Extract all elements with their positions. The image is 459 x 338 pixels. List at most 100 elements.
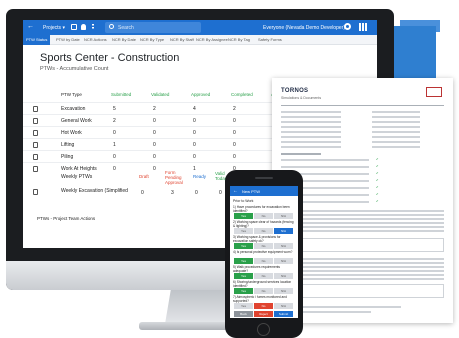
- column-header[interactable]: Completed: [231, 92, 253, 97]
- user-icon[interactable]: [81, 24, 86, 30]
- count-cell: 0: [113, 130, 116, 136]
- count-cell: 0: [153, 142, 156, 148]
- phone-actions: Back Reject Submit: [230, 310, 298, 318]
- check-mark-icon: ✔: [376, 199, 379, 203]
- answer-no-button[interactable]: No: [254, 288, 273, 294]
- column-header[interactable]: Approved: [191, 92, 210, 97]
- count-cell: 0: [153, 130, 156, 136]
- answer-no-button[interactable]: No: [254, 258, 273, 264]
- home-button[interactable]: [257, 323, 270, 336]
- tab-ncr-actions[interactable]: NCR Actions: [81, 35, 110, 45]
- document-icon[interactable]: [71, 24, 77, 30]
- answer-options: Yes No N/A: [234, 258, 294, 264]
- answer-yes-button[interactable]: Yes: [234, 273, 253, 279]
- projects-dropdown[interactable]: Projects ▾: [43, 25, 65, 31]
- phone-section-title: Prior to Work: [233, 199, 254, 203]
- form-icon: [33, 118, 38, 124]
- answer-no-button[interactable]: No: [254, 213, 273, 219]
- document-divider: [281, 105, 444, 106]
- checklist-question: 5) Walk procedures requirements adequate…: [233, 265, 281, 273]
- more-vertical-icon[interactable]: [92, 24, 94, 30]
- search-placeholder: Search: [118, 25, 134, 31]
- back-arrow-icon[interactable]: ←: [233, 188, 238, 194]
- document-field-label: [281, 136, 341, 138]
- column-header[interactable]: Submitted: [111, 92, 131, 97]
- phone-topbar: ← New PTW: [230, 186, 298, 196]
- document-field-label: [281, 121, 341, 123]
- document-paragraph-line: [281, 222, 444, 224]
- tab-ncr-by-type[interactable]: NCR By Type: [137, 35, 167, 45]
- column-header[interactable]: Validated: [151, 92, 169, 97]
- tab-safety-forms[interactable]: Safety Forms: [255, 35, 285, 45]
- count-cell: 1: [193, 166, 196, 172]
- count-cell: 0: [193, 130, 196, 136]
- phone-title: New PTW: [242, 189, 260, 194]
- answer-options: Yes No N/A: [234, 243, 294, 249]
- answer-yes-button[interactable]: Yes: [234, 213, 253, 219]
- tab-ptw-status[interactable]: PTW Status: [23, 35, 51, 45]
- submit-button[interactable]: Submit: [274, 311, 293, 317]
- answer-options: Yes No N/A: [234, 228, 294, 234]
- checklist-question: 4) Is personal protective equipment worn…: [233, 250, 293, 254]
- app-topbar: ← Projects ▾ Search Everyone (Nevada Dem…: [23, 20, 377, 35]
- answer-na-button[interactable]: N/A: [274, 273, 293, 279]
- weekly-pending-value: 3: [171, 190, 174, 196]
- answer-yes-button[interactable]: Yes: [234, 303, 253, 309]
- count-cell: 5: [113, 106, 116, 112]
- phone-screen: ← New PTW Prior to Work 1) Have procedur…: [230, 186, 298, 318]
- checklist-question: 1) Have procedures for excavation been i…: [233, 205, 290, 213]
- weekly-col-pending: Form Pending Approval: [165, 170, 183, 185]
- answer-no-button[interactable]: No: [254, 228, 273, 234]
- answer-yes-button[interactable]: Yes: [234, 288, 253, 294]
- answer-na-button[interactable]: N/A: [274, 213, 293, 219]
- weekly-ready-value: 0: [195, 190, 198, 196]
- back-arrow-icon[interactable]: ←: [27, 23, 34, 31]
- tab-ncr-by-date[interactable]: NCR By Date: [109, 35, 139, 45]
- checklist-question: 7) Atmospheric / fumes monitored and sup…: [233, 295, 287, 303]
- search-icon: [109, 24, 114, 29]
- document-brand-subtitle: Simulations & Documents: [281, 96, 322, 100]
- count-cell: 0: [233, 142, 236, 148]
- count-cell: 0: [153, 166, 156, 172]
- document-field-label: [281, 126, 341, 128]
- document-paragraph-line: [281, 270, 444, 272]
- document-field-label: [281, 131, 341, 133]
- answer-na-button[interactable]: N/A: [274, 288, 293, 294]
- answer-options: Yes No N/A: [234, 213, 294, 219]
- answer-yes-button[interactable]: Yes: [234, 228, 253, 234]
- column-header[interactable]: PTW Type: [61, 92, 82, 97]
- answer-yes-button[interactable]: Yes: [234, 243, 253, 249]
- tab-ptw-by-date[interactable]: PTW by Date: [53, 35, 83, 45]
- answer-yes-button[interactable]: Yes: [234, 258, 253, 264]
- document-paragraph-line: [281, 226, 444, 228]
- check-mark-icon: ✔: [376, 164, 379, 168]
- answer-na-button[interactable]: N/A: [274, 258, 293, 264]
- answer-no-button[interactable]: No: [254, 303, 273, 309]
- settings-gear-icon[interactable]: [344, 23, 351, 30]
- apps-grid-icon[interactable]: [359, 23, 367, 31]
- document-paragraph-line: [281, 278, 444, 280]
- back-button[interactable]: Back: [234, 311, 253, 317]
- reject-button[interactable]: Reject: [254, 311, 273, 317]
- document-section-heading: [281, 153, 321, 155]
- form-icon: [33, 142, 38, 148]
- answer-no-button[interactable]: No: [254, 243, 273, 249]
- tab-ncr-by-tag[interactable]: NCR By Tag: [225, 35, 253, 45]
- count-cell: 0: [233, 154, 236, 160]
- document-checklist-line: [281, 166, 369, 168]
- document-field-label: [281, 141, 341, 143]
- answer-options: Yes No N/A: [234, 273, 294, 279]
- answer-na-button[interactable]: N/A: [274, 303, 293, 309]
- user-selector[interactable]: Everyone (Nevada Demo Developer): [263, 25, 345, 31]
- ptw-type-cell: Excavation: [61, 106, 86, 112]
- count-cell: 0: [153, 118, 156, 124]
- search-input[interactable]: Search: [105, 22, 201, 33]
- count-cell: 0: [233, 118, 236, 124]
- count-cell: 0: [193, 154, 196, 160]
- weekly-title: Weekly PTWs: [61, 174, 93, 180]
- answer-na-button[interactable]: N/A: [274, 228, 293, 234]
- weekly-row-label[interactable]: Weekly Excavation (Simplified: [61, 188, 128, 194]
- answer-no-button[interactable]: No: [254, 273, 273, 279]
- answer-na-button[interactable]: N/A: [274, 243, 293, 249]
- ptw-type-cell: Hot Work: [61, 130, 82, 136]
